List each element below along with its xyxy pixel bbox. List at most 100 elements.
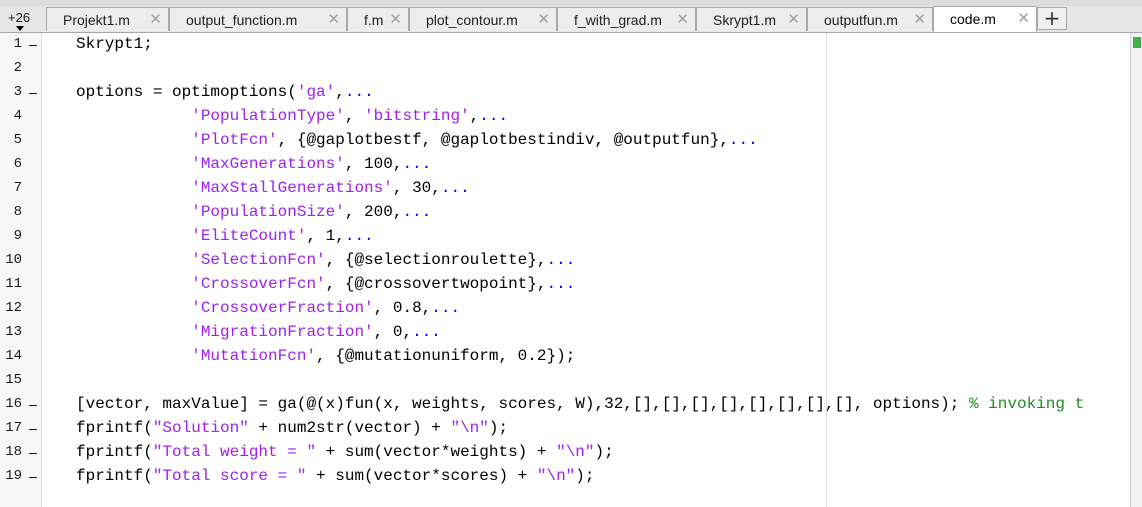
code-analyzer-indicator[interactable]	[1133, 37, 1141, 48]
close-tab-icon[interactable]: ✕	[327, 10, 340, 28]
tab-plot-contour-m[interactable]: plot_contour.m ✕	[409, 7, 557, 31]
code-token: , {@gaplotbestf, @gaplotbestindiv, @outp…	[277, 131, 729, 149]
tab-label: plot_contour.m	[426, 12, 518, 28]
close-tab-icon[interactable]: ✕	[1017, 9, 1030, 27]
line-number: 7	[13, 180, 22, 196]
close-tab-icon[interactable]: ✕	[787, 10, 800, 28]
code-token: );	[488, 419, 509, 437]
code-line[interactable]: 'MaxGenerations', 100,...	[76, 155, 431, 173]
code-line[interactable]: 'PopulationType', 'bitstring',...	[76, 107, 508, 125]
code-line[interactable]: Skrypt1;	[76, 35, 153, 53]
tab-outputfun-m[interactable]: outputfun.m ✕	[807, 7, 933, 31]
code-line[interactable]: fprintf("Total score = " + sum(vector*sc…	[76, 467, 594, 485]
line-number: 2	[13, 60, 22, 76]
tab-label: code.m	[950, 11, 996, 27]
line-number: 3	[13, 84, 22, 100]
string-token: 'PopulationSize'	[191, 203, 345, 221]
breakpoint-marker[interactable]	[29, 477, 37, 478]
line-number: 1	[13, 36, 22, 52]
tab-projekt1-m[interactable]: Projekt1.m ✕	[46, 7, 169, 31]
continuation-token: ...	[402, 203, 432, 221]
code-token: options = optimoptions(	[76, 83, 297, 101]
add-tab-button[interactable]: +	[1037, 7, 1067, 30]
breakpoint-marker[interactable]	[29, 93, 37, 94]
code-editor[interactable]: Skrypt1; options = optimoptions('ga',... …	[42, 33, 1130, 507]
code-line[interactable]: 'PlotFcn', {@gaplotbestf, @gaplotbestind…	[76, 131, 758, 149]
line-number: 19	[5, 468, 22, 484]
string-token: 'bitstring'	[364, 107, 470, 125]
code-token: fprintf(	[76, 443, 153, 461]
close-tab-icon[interactable]: ✕	[389, 10, 402, 28]
string-token: "\n"	[536, 467, 576, 485]
breakpoint-marker[interactable]	[29, 405, 37, 406]
code-token: , 200,	[344, 203, 403, 221]
code-line[interactable]: 'EliteCount', 1,...	[76, 227, 373, 245]
close-tab-icon[interactable]: ✕	[676, 10, 689, 28]
line-number: 10	[5, 252, 22, 268]
code-line[interactable]: 'CrossoverFcn', {@crossovertwopoint},...	[76, 275, 575, 293]
string-token: 'MaxGenerations'	[191, 155, 345, 173]
close-tab-icon[interactable]: ✕	[537, 10, 550, 28]
line-number: 15	[5, 372, 22, 388]
close-tab-icon[interactable]: ✕	[149, 10, 162, 28]
string-token: "Total weight = "	[152, 443, 317, 461]
close-tab-icon[interactable]: ✕	[913, 10, 926, 28]
code-line[interactable]: 'MigrationFraction', 0,...	[76, 323, 441, 341]
line-number: 5	[13, 132, 22, 148]
line-number: 4	[13, 108, 22, 124]
caret-down-icon	[16, 26, 24, 31]
line-number-gutter: 1 2 3 4 5 6 7 8 9 10 11 12 13 14 15 16 17 18 19	[0, 33, 42, 507]
code-line[interactable]: 'SelectionFcn', {@selectionroulette},...	[76, 251, 575, 269]
tab-code-m[interactable]: code.m ✕	[933, 6, 1037, 32]
code-token: + num2str(vector) +	[248, 419, 451, 437]
code-token: + sum(vector*weights) +	[316, 443, 557, 461]
breakpoint-marker[interactable]	[29, 45, 37, 46]
string-token: 'CrossoverFcn'	[191, 275, 326, 293]
code-line[interactable]: 'MutationFcn', {@mutationuniform, 0.2});	[76, 347, 575, 365]
tab-label: Skrypt1.m	[713, 12, 777, 28]
line-number: 14	[5, 348, 22, 364]
continuation-token: ...	[402, 155, 432, 173]
tab-f-with-grad-m[interactable]: f_with_grad.m ✕	[557, 7, 696, 31]
line-number: 9	[13, 228, 22, 244]
string-token: 'CrossoverFraction'	[191, 299, 374, 317]
code-line[interactable]: 'CrossoverFraction', 0.8,...	[76, 299, 460, 317]
string-token: 'MigrationFraction'	[191, 323, 374, 341]
line-number: 11	[5, 276, 22, 292]
code-line[interactable]: options = optimoptions('ga',...	[76, 83, 374, 101]
tab-f-m[interactable]: f.m ✕	[347, 7, 409, 31]
code-token: , {@crossovertwopoint},	[325, 275, 547, 293]
tab-skrypt1-m[interactable]: Skrypt1.m ✕	[696, 7, 807, 31]
tab-label: f.m	[364, 12, 384, 28]
right-text-limit-line	[826, 33, 827, 507]
line-number: 12	[5, 300, 22, 316]
code-token: Skrypt1;	[76, 35, 153, 53]
code-token: fprintf(	[76, 419, 153, 437]
string-token: 'ga'	[296, 83, 336, 101]
string-token: 'PopulationType'	[191, 107, 345, 125]
code-line[interactable]: fprintf("Solution" + num2str(vector) + "…	[76, 419, 508, 437]
breakpoint-marker[interactable]	[29, 429, 37, 430]
string-token: "Solution"	[152, 419, 249, 437]
code-line[interactable]: [vector, maxValue] = ga(@(x)fun(x, weigh…	[76, 395, 1084, 413]
tab-overflow-button[interactable]: +26	[0, 6, 42, 31]
tab-label: f_with_grad.m	[574, 12, 662, 28]
code-line[interactable]: 'PopulationSize', 200,...	[76, 203, 431, 221]
tab-output-function-m[interactable]: output_function.m ✕	[169, 7, 347, 31]
continuation-token: ...	[479, 107, 509, 125]
tab-label: Projekt1.m	[63, 12, 130, 28]
code-token: , {@mutationuniform, 0.2});	[316, 347, 576, 365]
string-token: 'MaxStallGenerations'	[191, 179, 393, 197]
code-line[interactable]: 'MaxStallGenerations', 30,...	[76, 179, 469, 197]
code-line[interactable]: fprintf("Total weight = " + sum(vector*w…	[76, 443, 614, 461]
vertical-scrollbar[interactable]	[1130, 33, 1142, 507]
line-number: 16	[5, 396, 22, 412]
breakpoint-marker[interactable]	[29, 453, 37, 454]
line-number: 18	[5, 444, 22, 460]
